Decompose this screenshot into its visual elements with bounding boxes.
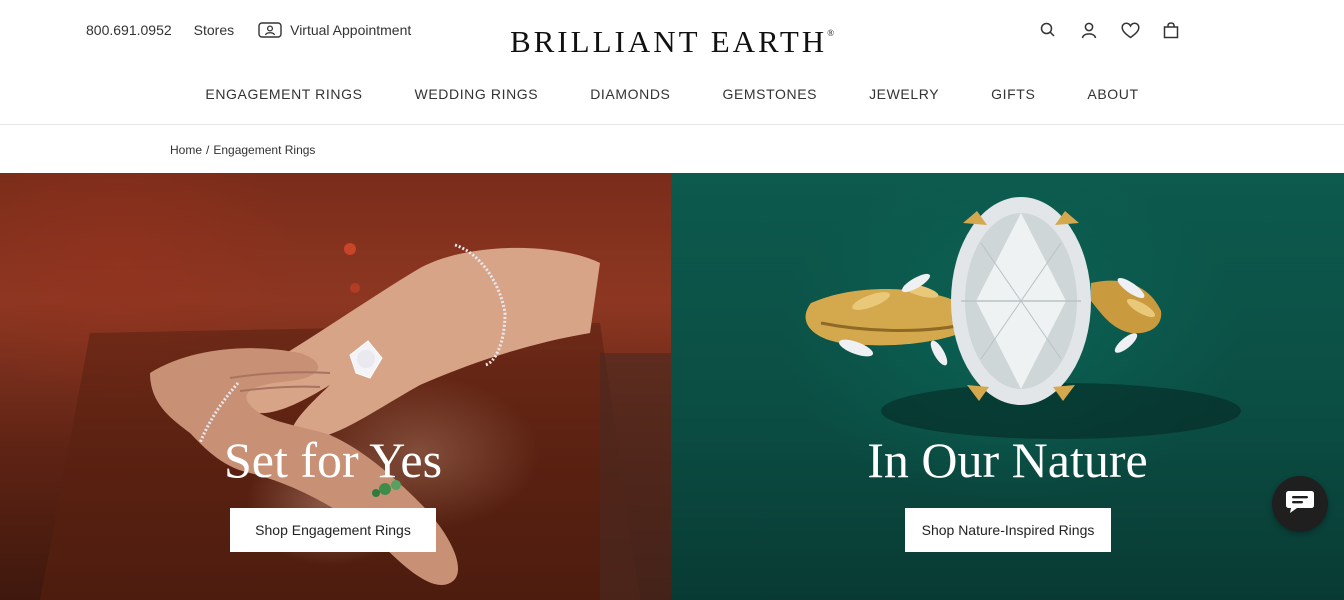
brand-logo-text: BRILLIANT EARTH [509, 24, 828, 59]
heart-icon[interactable] [1118, 18, 1142, 42]
registered-mark: ® [827, 28, 835, 38]
nav-diamonds[interactable]: DIAMONDS [590, 86, 670, 102]
chat-button[interactable] [1272, 476, 1328, 532]
nav-gemstones[interactable]: GEMSTONES [722, 86, 817, 102]
shopping-bag-icon[interactable] [1159, 18, 1183, 42]
nav-engagement-rings[interactable]: ENGAGEMENT RINGS [205, 86, 362, 102]
nav-wedding-rings[interactable]: WEDDING RINGS [415, 86, 539, 102]
hero-nature-inspired[interactable]: In Our Nature Shop Nature-Inspired Rings [671, 173, 1344, 600]
breadcrumb-current[interactable]: Engagement Rings [213, 143, 315, 157]
hero-left-title: Set for Yes [223, 432, 443, 488]
account-icon[interactable] [1077, 18, 1101, 42]
nav-gifts[interactable]: GIFTS [991, 86, 1035, 102]
chat-bubble-icon [1285, 489, 1315, 520]
breadcrumb-separator: / [206, 143, 210, 157]
nav-jewelry[interactable]: JEWELRY [869, 86, 939, 102]
site-header: 800.691.0952 Stores Virtual Appointment … [0, 0, 1344, 125]
nav-about[interactable]: ABOUT [1087, 86, 1138, 102]
main-navigation: ENGAGEMENT RINGS WEDDING RINGS DIAMONDS … [0, 86, 1344, 102]
hero-engagement-rings[interactable]: Set for Yes Shop Engagement Rings [0, 173, 671, 600]
shop-nature-inspired-rings-button[interactable]: Shop Nature-Inspired Rings [905, 508, 1111, 552]
header-icons [1036, 18, 1200, 42]
hero-right-title: In Our Nature [867, 432, 1148, 488]
breadcrumb-home[interactable]: Home [170, 143, 202, 157]
breadcrumb: Home / Engagement Rings [170, 143, 315, 157]
search-icon[interactable] [1036, 18, 1060, 42]
shop-engagement-rings-button[interactable]: Shop Engagement Rings [230, 508, 436, 552]
